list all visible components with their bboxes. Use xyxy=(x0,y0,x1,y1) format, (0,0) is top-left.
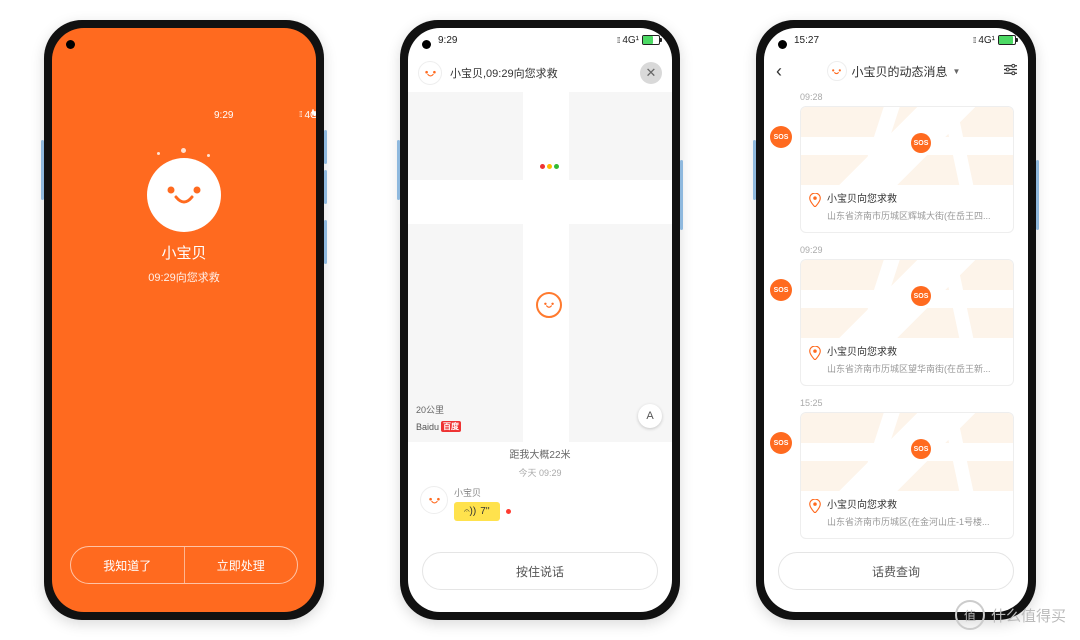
chevron-down-icon: ▼ xyxy=(953,67,961,76)
item-title: 小宝贝向您求救 xyxy=(827,193,991,207)
avatar-face-icon xyxy=(147,158,221,232)
contact-name: 小宝贝 xyxy=(147,242,221,263)
sos-subtitle: 09:29向您求救 xyxy=(147,269,221,285)
status-time: 15:27 xyxy=(794,35,819,46)
phone-1: 9:29 ⁞⁞ 4G¹ 小宝贝 09:29向您求救 我知道了 立即处理 xyxy=(44,20,324,620)
network-label: 4G¹ xyxy=(622,35,639,46)
traffic-light-icon xyxy=(540,164,559,169)
watermark-icon: 值 xyxy=(955,600,985,630)
sos-badge: SOS xyxy=(770,279,792,301)
feed-title[interactable]: 小宝贝的动态消息 xyxy=(852,63,948,80)
map-header: 小宝贝,09:29向您求救 ✕ xyxy=(418,58,662,88)
network-label: 4G¹ xyxy=(304,110,309,115)
avatar-mini-icon xyxy=(418,61,442,85)
phone-2: 9:29 ⁞⁞ 4G¹ 小宝贝,09:29向您求救 ✕ 20公里 xyxy=(400,20,680,620)
watermark-text: 什么值得买 xyxy=(991,605,1066,626)
side-button xyxy=(397,140,400,200)
close-button[interactable]: ✕ xyxy=(640,62,662,84)
avatar-mini-icon xyxy=(827,61,847,81)
status-time: 9:29 xyxy=(214,110,219,115)
item-time: 15:25 xyxy=(800,398,1014,408)
camera-hole xyxy=(778,40,787,49)
item-address: 山东省济南市历城区辉城大街(在岳王四... xyxy=(827,209,991,222)
pin-icon xyxy=(809,346,821,360)
battery-icon xyxy=(998,35,1016,45)
filter-button[interactable] xyxy=(1001,63,1020,79)
status-bar: 9:29 ⁞⁞ 4G¹ xyxy=(408,28,672,52)
distance-label: 距我大概22米 xyxy=(408,446,672,461)
item-title: 小宝贝向您求救 xyxy=(827,346,991,360)
side-button xyxy=(41,140,44,200)
voice-sender: 小宝贝 xyxy=(454,486,511,499)
map-view[interactable]: 20公里 Baidu百度 A xyxy=(408,92,672,442)
signal-icon: ⁞⁞ xyxy=(299,110,301,115)
action-button-row: 我知道了 立即处理 xyxy=(70,546,298,584)
camera-hole xyxy=(66,40,75,49)
mini-map: SOS xyxy=(801,413,1013,491)
phone-3: 15:27 ⁞⁞ 4G¹ ‹ 小宝贝的动态消息 ▼ 09: xyxy=(756,20,1036,620)
hold-to-talk-button[interactable]: 按住说话 xyxy=(422,552,658,590)
feed-item[interactable]: 15:25 SOS SOS 小宝贝向您求救 山东省济南市历城区(在金河山庄-1号… xyxy=(764,398,1028,539)
baidu-logo: Baidu百度 xyxy=(416,421,461,432)
timestamp-label: 今天 09:29 xyxy=(408,466,672,479)
location-marker-icon xyxy=(536,292,562,318)
activity-feed[interactable]: 09:28 SOS SOS 小宝贝向您求救 山东省济南市历城区辉城大街(在岳王四… xyxy=(764,92,1028,542)
sos-marker-icon: SOS xyxy=(911,439,931,459)
handle-now-button[interactable]: 立即处理 xyxy=(185,547,298,583)
back-button[interactable]: ‹ xyxy=(772,61,786,82)
voice-bubble[interactable]: 𝄐)) 7'' xyxy=(454,502,500,521)
side-button xyxy=(324,130,327,164)
feed-item[interactable]: 09:28 SOS SOS 小宝贝向您求救 山东省济南市历城区辉城大街(在岳王四… xyxy=(764,92,1028,233)
item-time: 09:28 xyxy=(800,92,1014,102)
item-time: 09:29 xyxy=(800,245,1014,255)
voice-duration: 7'' xyxy=(480,506,489,517)
side-button xyxy=(753,140,756,200)
status-bar: 9:29 ⁞⁞ 4G¹ xyxy=(184,100,316,124)
side-button xyxy=(324,220,327,264)
sos-marker-icon: SOS xyxy=(911,286,931,306)
signal-icon: ⁞⁞ xyxy=(617,36,619,45)
compass-button[interactable]: A xyxy=(638,404,662,428)
acknowledge-button[interactable]: 我知道了 xyxy=(71,547,185,583)
network-label: 4G¹ xyxy=(978,35,995,46)
side-button xyxy=(680,160,683,230)
map-scale: 20公里 xyxy=(416,403,444,416)
sos-avatar-block: 小宝贝 09:29向您求救 xyxy=(147,158,221,285)
avatar-mini-icon xyxy=(420,486,448,514)
signal-icon: ⁞⁞ xyxy=(973,36,975,45)
voice-message: 小宝贝 𝄐)) 7'' xyxy=(420,486,660,521)
item-address: 山东省济南市历城区望华南街(在岳王新... xyxy=(827,362,991,375)
unread-dot-icon xyxy=(506,509,511,514)
sos-badge: SOS xyxy=(770,432,792,454)
pin-icon xyxy=(809,499,821,513)
item-title: 小宝贝向您求救 xyxy=(827,499,990,513)
camera-hole xyxy=(422,40,431,49)
feed-header: ‹ 小宝贝的动态消息 ▼ xyxy=(772,56,1020,86)
side-button xyxy=(324,170,327,204)
sound-icon: 𝄐)) xyxy=(464,506,476,517)
battery-icon xyxy=(642,35,660,45)
pin-icon xyxy=(809,193,821,207)
mini-map: SOS xyxy=(801,260,1013,338)
status-bar: 15:27 ⁞⁞ 4G¹ xyxy=(764,28,1028,52)
sos-badge: SOS xyxy=(770,126,792,148)
sos-marker-icon: SOS xyxy=(911,133,931,153)
watermark: 值 什么值得买 xyxy=(955,600,1066,630)
side-button xyxy=(1036,160,1039,230)
balance-query-button[interactable]: 话费查询 xyxy=(778,552,1014,590)
feed-item[interactable]: 09:29 SOS SOS 小宝贝向您求救 山东省济南市历城区望华南街(在岳王新… xyxy=(764,245,1028,386)
status-time: 9:29 xyxy=(438,35,457,46)
item-address: 山东省济南市历城区(在金河山庄-1号楼... xyxy=(827,515,990,528)
mini-map: SOS xyxy=(801,107,1013,185)
map-header-text: 小宝贝,09:29向您求救 xyxy=(450,65,558,81)
